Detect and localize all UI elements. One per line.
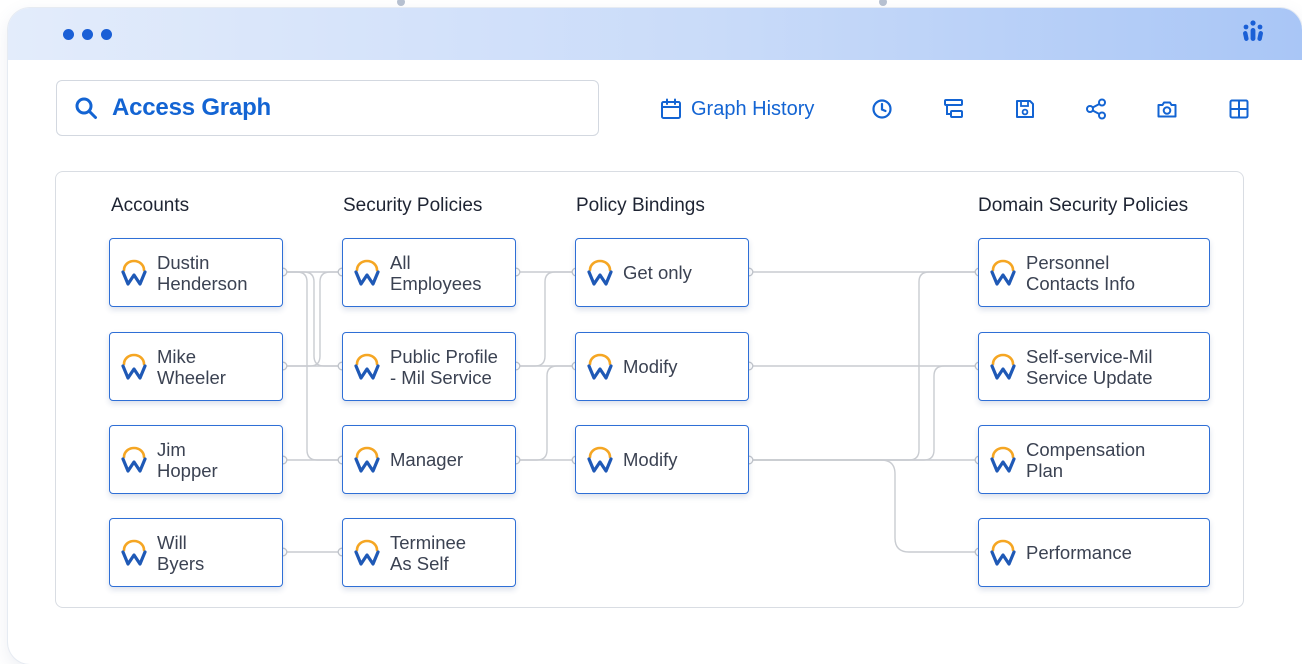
edge-manager-modify-1 xyxy=(516,365,576,461)
workday-logo-icon xyxy=(354,259,380,286)
account-name: Mike Wheeler xyxy=(157,345,226,388)
security-policy-node[interactable]: Terminee As Self xyxy=(342,518,516,587)
workday-logo-icon xyxy=(121,539,147,566)
security-policy-name: All Employees xyxy=(390,251,482,294)
security-policy-node[interactable]: Manager xyxy=(342,425,516,494)
policy-binding-node[interactable]: Modify xyxy=(575,425,749,494)
account-node[interactable]: Will Byers xyxy=(109,518,283,587)
account-name: Will Byers xyxy=(157,531,205,574)
workday-logo-icon xyxy=(121,353,147,380)
edge-mike-all-employees xyxy=(283,271,342,367)
edge-modify-2-self-service xyxy=(749,365,979,461)
domain-security-policy-node[interactable]: Self-service-Mil Service Update xyxy=(978,332,1210,401)
security-policy-name: Public Profile - Mil Service xyxy=(390,345,498,388)
account-node[interactable]: Dustin Henderson xyxy=(109,238,283,307)
account-node[interactable]: Mike Wheeler xyxy=(109,332,283,401)
workday-logo-icon xyxy=(990,259,1016,286)
column-header-policy-bindings: Policy Bindings xyxy=(576,195,705,216)
security-policy-node[interactable]: Public Profile - Mil Service xyxy=(342,332,516,401)
domain-security-policy-node[interactable]: Performance xyxy=(978,518,1210,587)
domain-security-policy-node[interactable]: Compensation Plan xyxy=(978,425,1210,494)
domain-security-policy-name: Personnel Contacts Info xyxy=(1026,251,1136,294)
workday-logo-icon xyxy=(121,259,147,286)
policy-binding-name: Get only xyxy=(623,262,692,283)
security-policy-node[interactable]: All Employees xyxy=(342,238,516,307)
workday-logo-icon xyxy=(354,539,380,566)
column-header-security-policies: Security Policies xyxy=(343,195,483,216)
security-policy-name: Terminee As Self xyxy=(390,531,467,574)
policy-binding-node[interactable]: Get only xyxy=(575,238,749,307)
column-header-domain-security-policies: Domain Security Policies xyxy=(978,195,1189,216)
domain-security-policy-name: Performance xyxy=(1026,542,1132,563)
workday-logo-icon xyxy=(990,539,1016,566)
policy-binding-node[interactable]: Modify xyxy=(575,332,749,401)
workday-logo-icon xyxy=(587,259,613,286)
policy-binding-name: Modify xyxy=(623,356,678,377)
workday-logo-icon xyxy=(587,446,613,473)
column-header-accounts: Accounts xyxy=(111,195,190,216)
account-name: Jim Hopper xyxy=(157,438,218,481)
workday-logo-icon xyxy=(354,446,380,473)
policy-binding-name: Modify xyxy=(623,449,678,470)
account-name: Dustin Henderson xyxy=(157,251,248,294)
workday-logo-icon xyxy=(990,446,1016,473)
edge-dustin-public-profile xyxy=(283,271,342,367)
domain-security-policy-name: Self-service-Mil Service Update xyxy=(1026,345,1153,388)
workday-logo-icon xyxy=(354,353,380,380)
edge-public-profile-get-only xyxy=(516,271,576,367)
domain-security-policy-node[interactable]: Personnel Contacts Info xyxy=(978,238,1210,307)
domain-security-policy-name: Compensation Plan xyxy=(1026,438,1146,481)
workday-logo-icon xyxy=(121,446,147,473)
workday-logo-icon xyxy=(587,353,613,380)
edge-modify-2-performance xyxy=(749,459,979,553)
security-policy-name: Manager xyxy=(390,449,464,470)
account-node[interactable]: Jim Hopper xyxy=(109,425,283,494)
workday-logo-icon xyxy=(990,353,1016,380)
